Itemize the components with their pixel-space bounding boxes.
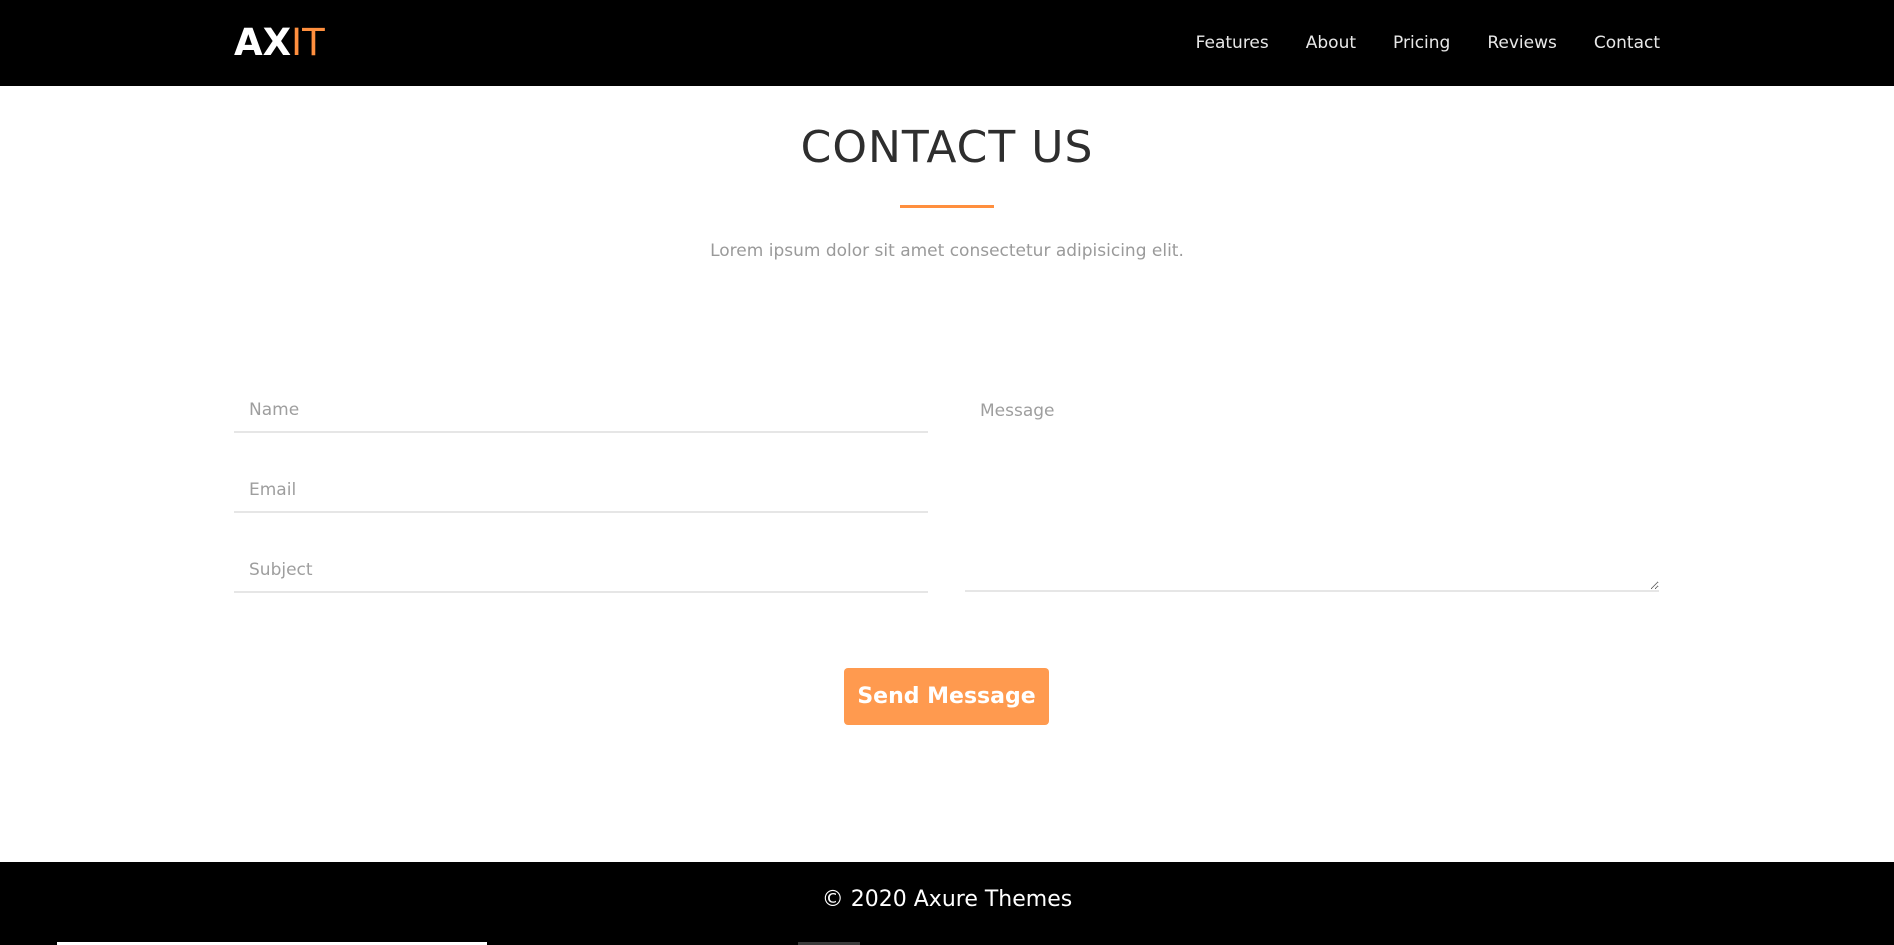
message-textarea[interactable] [965, 397, 1659, 592]
send-message-button[interactable]: Send Message [844, 668, 1049, 725]
site-footer: © 2020 Axure Themes [0, 862, 1894, 945]
email-input[interactable] [234, 463, 928, 513]
section-subtitle: Lorem ipsum dolor sit amet consectetur a… [710, 241, 1184, 261]
section-title: CONTACT US [800, 122, 1094, 173]
nav-link-about[interactable]: About [1306, 33, 1356, 53]
page: AXIT Features About Pricing Reviews Cont… [0, 0, 1894, 945]
subject-input[interactable] [234, 543, 928, 593]
main-nav: Features About Pricing Reviews Contact [1159, 0, 1660, 86]
nav-link-features[interactable]: Features [1196, 33, 1269, 53]
nav-link-contact[interactable]: Contact [1594, 33, 1660, 53]
top-navbar: AXIT Features About Pricing Reviews Cont… [0, 0, 1894, 86]
name-input[interactable] [234, 383, 928, 433]
title-underline-divider [900, 205, 994, 208]
copyright-text: © 2020 Axure Themes [821, 887, 1073, 912]
nav-link-pricing[interactable]: Pricing [1393, 33, 1450, 53]
nav-link-reviews[interactable]: Reviews [1487, 33, 1557, 53]
logo-text-accent: IT [291, 21, 325, 64]
site-logo[interactable]: AXIT [234, 22, 325, 64]
logo-text-bold: AX [234, 21, 292, 64]
